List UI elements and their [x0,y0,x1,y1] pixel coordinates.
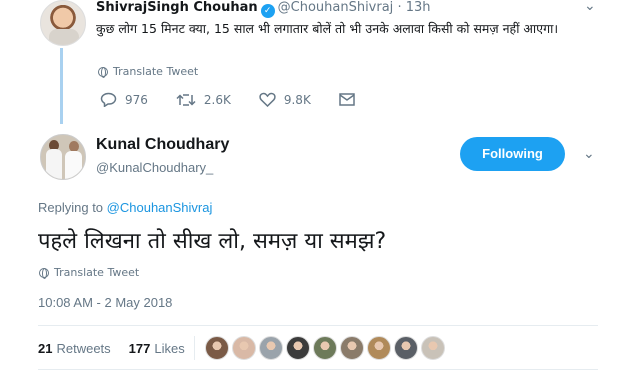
main-author-handle[interactable]: @KunalChoudhary_ [96,160,213,175]
thread-connector [60,48,63,124]
main-translate-link[interactable]: Translate Tweet [39,266,139,279]
likes-label[interactable]: Likes [154,341,184,356]
translate-label: Translate Tweet [54,266,140,279]
translate-label: Translate Tweet [113,65,199,78]
chevron-down-icon[interactable]: ⌄ [583,146,595,162]
liker-avatar[interactable] [313,336,337,360]
liker-avatar[interactable] [367,336,391,360]
heart-icon [259,92,276,107]
main-tweet-text: पहले लिखना तो सीख लो, समज़ या समझ? [38,229,387,254]
liker-avatar[interactable] [232,336,256,360]
retweet-button[interactable]: 2.6K [176,93,231,107]
retweets-label[interactable]: Retweets [56,341,110,356]
chevron-down-icon[interactable]: ⌄ [584,0,596,14]
parent-author-name[interactable]: ShivrajSingh Chouhan [96,0,258,15]
parent-tweet-header: ShivrajSingh Chouhan ✓ @ChouhanShivraj · 1… [96,0,431,18]
verified-badge-icon: ✓ [260,4,275,18]
divider [38,369,598,370]
parent-avatar[interactable] [40,0,86,46]
parent-tweet-time[interactable]: · 13h [397,0,430,15]
like-button[interactable]: 9.8K [259,92,311,107]
main-author-name[interactable]: Kunal Choudhary [96,136,229,154]
retweet-icon [176,93,196,106]
replying-to: Replying to @ChouhanShivraj [38,200,212,215]
reply-count: 976 [125,92,148,107]
liker-avatar[interactable] [205,336,229,360]
parent-tweet-actions: 976 2.6K 9.8K [100,92,383,107]
envelope-icon [339,93,355,106]
divider [194,336,195,360]
liker-avatar[interactable] [394,336,418,360]
like-count: 9.8K [283,92,311,107]
tweet-timestamp[interactable]: 10:08 AM - 2 May 2018 [38,295,172,310]
liker-avatars [205,336,445,360]
following-button[interactable]: Following [460,137,565,171]
parent-author-handle[interactable]: @ChouhanShivraj [278,0,394,15]
replying-handle-link[interactable]: @ChouhanShivraj [107,200,213,215]
globe-icon [98,66,108,78]
liker-avatar[interactable] [421,336,445,360]
globe-icon [39,267,49,279]
liker-avatar[interactable] [286,336,310,360]
divider [38,325,598,326]
parent-translate-link[interactable]: Translate Tweet [98,65,198,78]
parent-tweet-text: कुछ लोग 15 मिनट क्या, 15 साल भी लगातार ब… [96,21,559,36]
retweet-count: 2.6K [203,92,231,107]
reply-button[interactable]: 976 [100,92,148,107]
likes-count[interactable]: 177 [129,341,151,356]
reply-icon [100,92,117,107]
engagement-stats: 21 Retweets 177 Likes [38,341,185,356]
retweets-count[interactable]: 21 [38,341,52,356]
main-author-avatar[interactable] [40,134,86,180]
direct-message-button[interactable] [339,93,355,106]
liker-avatar[interactable] [340,336,364,360]
liker-avatar[interactable] [259,336,283,360]
replying-prefix: Replying to [38,200,104,215]
